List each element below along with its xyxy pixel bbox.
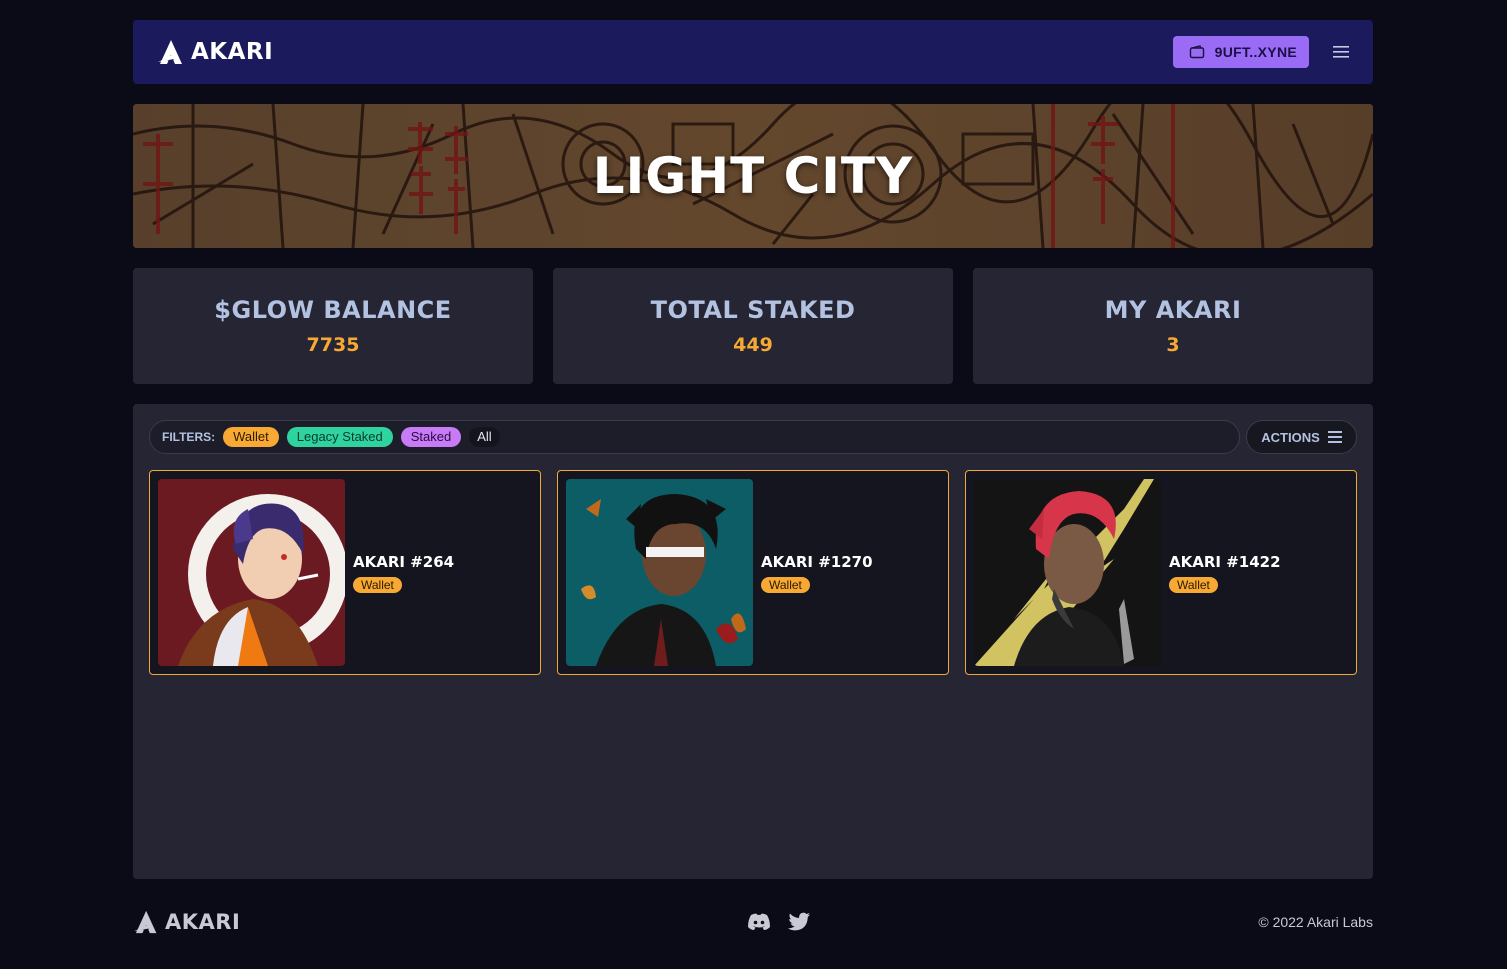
- nft-title: AKARI #264: [353, 552, 455, 571]
- twitter-link[interactable]: [787, 912, 811, 932]
- nft-panel: FILTERS: Wallet Legacy Staked Staked All…: [133, 404, 1373, 879]
- nft-card[interactable]: AKARI #264 Wallet: [149, 470, 541, 675]
- footer: AKARI © 2022 Akari Labs: [133, 904, 1373, 940]
- wallet-icon: [1189, 45, 1204, 59]
- status-badge: Wallet: [761, 576, 810, 593]
- hamburger-menu-button[interactable]: [1333, 45, 1349, 59]
- actions-label: ACTIONS: [1261, 429, 1320, 445]
- akari-logo-icon: [134, 910, 157, 934]
- filter-chip-wallet[interactable]: Wallet: [223, 427, 279, 447]
- banner-title: LIGHT CITY: [592, 147, 914, 205]
- footer-logo[interactable]: AKARI: [133, 909, 240, 935]
- filter-label: FILTERS:: [162, 430, 216, 444]
- hamburger-menu-icon: [1333, 46, 1349, 58]
- stat-glow-balance: $GLOW BALANCE 7735: [133, 268, 533, 384]
- filter-chip-legacy-staked[interactable]: Legacy Staked: [286, 427, 393, 447]
- nft-image: [566, 479, 753, 666]
- list-menu-icon: [1327, 431, 1342, 443]
- stat-value: 7735: [306, 334, 360, 356]
- status-badge: Wallet: [1169, 576, 1218, 593]
- filter-row: FILTERS: Wallet Legacy Staked Staked All…: [149, 420, 1357, 454]
- filter-chip-staked[interactable]: Staked: [400, 427, 462, 447]
- status-badge: Wallet: [353, 576, 402, 593]
- stat-label: TOTAL STAKED: [650, 296, 856, 324]
- stat-my-akari: MY AKARI 3: [973, 268, 1373, 384]
- nft-card-grid: AKARI #264 Wallet AKARI #1270 Wallet AKA…: [149, 470, 1357, 675]
- copyright-text: © 2022 Akari Labs: [1258, 914, 1373, 930]
- filter-bar: FILTERS: Wallet Legacy Staked Staked All: [149, 420, 1240, 454]
- stats-row: $GLOW BALANCE 7735 TOTAL STAKED 449 MY A…: [133, 268, 1373, 384]
- top-navbar: AKARI 9UFT..XYNE: [133, 20, 1373, 84]
- stat-value: 3: [1166, 334, 1180, 356]
- nft-card[interactable]: AKARI #1422 Wallet: [965, 470, 1357, 675]
- akari-logo-icon: [158, 40, 182, 64]
- footer-logo-text: AKARI: [165, 910, 241, 934]
- akari-logo[interactable]: AKARI: [157, 38, 273, 66]
- nft-card[interactable]: AKARI #1270 Wallet: [557, 470, 949, 675]
- actions-button[interactable]: ACTIONS: [1246, 420, 1357, 454]
- wallet-address: 9UFT..XYNE: [1214, 44, 1297, 60]
- wallet-button[interactable]: 9UFT..XYNE: [1172, 36, 1309, 68]
- filter-chip-all[interactable]: All: [469, 427, 500, 447]
- twitter-icon: [788, 912, 811, 931]
- stat-label: MY AKARI: [1104, 296, 1242, 324]
- stat-value: 449: [733, 334, 773, 356]
- stat-total-staked: TOTAL STAKED 449: [553, 268, 953, 384]
- nft-title: AKARI #1422: [1169, 552, 1281, 571]
- hero-banner: LIGHT CITY: [133, 104, 1373, 248]
- nft-image: [974, 479, 1161, 666]
- logo-text: AKARI: [191, 39, 274, 65]
- discord-icon: [748, 913, 771, 930]
- nft-image: [158, 479, 345, 666]
- social-links: [747, 912, 811, 932]
- stat-label: $GLOW BALANCE: [214, 296, 452, 324]
- discord-link[interactable]: [747, 913, 771, 931]
- nft-title: AKARI #1270: [761, 552, 873, 571]
